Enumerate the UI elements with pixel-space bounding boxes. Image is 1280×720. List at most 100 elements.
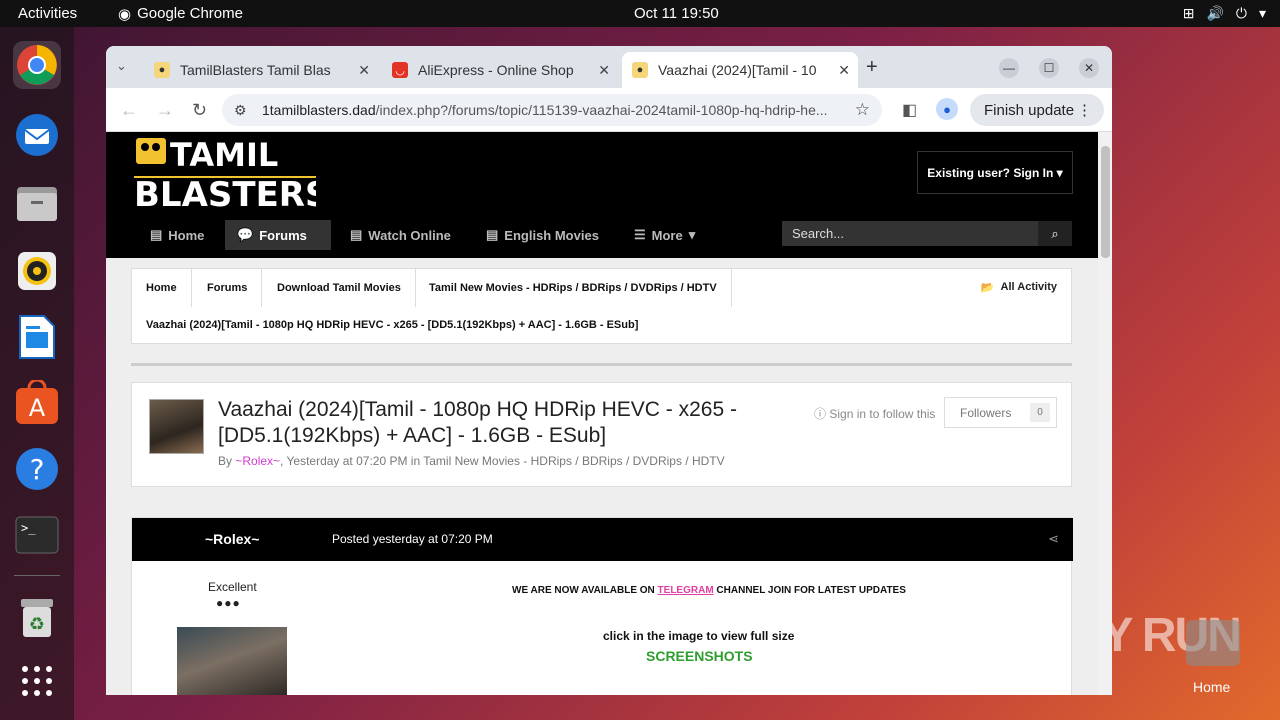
breadcrumb-tamil-new-movies[interactable]: Tamil New Movies - HDRips / BDRips / DVD… — [415, 269, 732, 307]
app-grid-icon[interactable] — [13, 657, 61, 705]
nav-more[interactable]: ☰ More ▾ — [622, 220, 707, 250]
tab-tamilblasters[interactable]: ● TamilBlasters Tamil Blas ✕ — [144, 52, 378, 88]
power-icon: ⏻ — [1235, 5, 1247, 21]
page-scrollbar[interactable] — [1098, 132, 1112, 695]
writer-icon[interactable] — [13, 313, 61, 361]
home-folder-icon[interactable] — [1186, 620, 1240, 666]
post-author[interactable]: ~Rolex~ — [205, 531, 259, 547]
all-activity-link[interactable]: 📂 All Activity — [981, 281, 1057, 294]
followers-count: 0 — [1030, 403, 1050, 422]
terminal-icon[interactable]: >_ — [13, 511, 61, 559]
avatar[interactable] — [149, 399, 204, 454]
tab-search-button[interactable]: ⌄ — [116, 58, 127, 74]
close-icon[interactable]: ✕ — [358, 62, 370, 79]
author-link[interactable]: ~Rolex~ — [235, 454, 280, 468]
forward-arrow-icon[interactable]: → — [156, 100, 174, 121]
tab-favicon: ● — [154, 62, 170, 78]
breadcrumb-current: Vaazhai (2024)[Tamil - 1080p HQ HDRip HE… — [146, 319, 639, 331]
browser-toolbar: ← → ↻ ⚙ 1tamilblasters.dad/index.php?/fo… — [106, 88, 1112, 132]
reload-icon[interactable]: ↻ — [192, 100, 207, 121]
tab-vaazhai[interactable]: ● Vaazhai (2024)[Tamil - 10 ✕ — [622, 52, 858, 88]
site-nav: ▤ Home 💬 Forums ▤ Watch Online ▤ English Mov… — [106, 218, 1098, 258]
svg-text:A: A — [29, 394, 46, 422]
finish-update-button[interactable]: Finish update ⋮ — [970, 94, 1104, 126]
chevron-down-icon: ▾ — [1258, 5, 1266, 21]
nav-watch-online[interactable]: ▤ Watch Online — [338, 220, 463, 250]
folder-open-icon: 📂 — [980, 282, 995, 294]
url-text[interactable]: 1tamilblasters.dad/index.php?/forums/top… — [262, 102, 852, 118]
trash-icon[interactable]: ♻ — [13, 593, 61, 641]
dock: A ? >_ ♻ — [0, 27, 74, 720]
topic-meta: By ~Rolex~, Yesterday at 07:20 PM in Tam… — [218, 454, 725, 468]
nav-label: Home — [168, 227, 205, 243]
dock-separator — [14, 575, 60, 576]
aliexpress-favicon: ◡ — [392, 62, 408, 78]
page-icon: ▤ — [150, 227, 163, 242]
telegram-link[interactable]: TELEGRAM — [658, 585, 714, 596]
site-logo[interactable]: TAMIL BLASTERS — [134, 136, 329, 215]
address-bar[interactable]: ⚙ 1tamilblasters.dad/index.php?/forums/t… — [222, 94, 882, 126]
chrome-icon[interactable] — [13, 41, 61, 89]
close-icon[interactable]: ✕ — [838, 62, 850, 79]
bookmark-star-icon[interactable]: ☆ — [855, 100, 870, 120]
logo-text-tamil: TAMIL — [170, 136, 278, 174]
activities-button[interactable]: Activities — [18, 5, 77, 22]
tab-title: TamilBlasters Tamil Blas — [180, 62, 331, 78]
scrollbar-thumb[interactable] — [1101, 146, 1110, 258]
meta-rest: , Yesterday at 07:20 PM in Tamil New Mov… — [280, 454, 725, 468]
rhythmbox-icon[interactable] — [13, 247, 61, 295]
comments-icon: 💬 — [237, 227, 254, 242]
breadcrumb-forums[interactable]: Forums — [193, 269, 263, 307]
app-menu-label: Google Chrome — [137, 5, 243, 22]
url-host: 1tamilblasters.dad — [262, 102, 376, 118]
breadcrumb: Home Forums Download Tamil Movies Tamil … — [131, 268, 1072, 344]
image-hint: click in the image to view full size — [603, 629, 795, 643]
search-icon[interactable]: ⌕ — [1038, 221, 1072, 246]
home-folder-label[interactable]: Home — [1193, 679, 1230, 695]
thunderbird-icon[interactable] — [13, 111, 61, 159]
author-avatar[interactable] — [177, 627, 287, 695]
nav-label: Watch Online — [368, 227, 451, 243]
author-rank: Excellent — [208, 580, 257, 594]
system-tray[interactable]: ⊞ 🔊 ⏻ ▾ — [1183, 5, 1266, 22]
site-info-icon[interactable]: ⚙ — [234, 102, 247, 119]
profile-avatar-icon[interactable]: ● — [936, 98, 958, 120]
followers-button[interactable]: Followers 0 — [944, 397, 1057, 428]
nav-label: Forums — [259, 227, 307, 243]
sign-in-button[interactable]: Existing user? Sign In ▾ — [917, 151, 1073, 194]
network-icon: ⊞ — [1182, 5, 1195, 21]
search-input[interactable]: Search... — [792, 226, 844, 241]
nav-home[interactable]: ▤ Home — [138, 220, 216, 250]
follow-label: Sign in to follow this — [829, 407, 936, 421]
caret-down-icon: ▾ — [1056, 165, 1063, 180]
new-tab-button[interactable]: + — [866, 56, 878, 79]
minimize-button[interactable]: — — [999, 58, 1019, 78]
side-panel-icon[interactable]: ◧ — [902, 100, 917, 120]
share-icon[interactable]: ⋖ — [1048, 531, 1059, 547]
tab-aliexpress[interactable]: ◡ AliExpress - Online Shop ✕ — [382, 52, 618, 88]
close-icon[interactable]: ✕ — [598, 62, 610, 79]
post: ~Rolex~ Posted yesterday at 07:20 PM ⋖ E… — [131, 517, 1073, 695]
breadcrumb-download-tamil-movies[interactable]: Download Tamil Movies — [263, 269, 416, 307]
svg-text:>_: >_ — [21, 521, 36, 535]
breadcrumb-home[interactable]: Home — [132, 269, 192, 307]
nav-english-movies[interactable]: ▤ English Movies — [474, 220, 611, 250]
follow-link[interactable]: ⓘ Sign in to follow this — [814, 405, 935, 422]
app-center-icon[interactable]: A — [13, 379, 61, 427]
kebab-menu-icon[interactable]: ⋮ — [1077, 101, 1092, 119]
svg-text:?: ? — [30, 453, 45, 486]
help-icon[interactable]: ? — [13, 445, 61, 493]
telegram-notice: WE ARE NOW AVAILABLE ON TELEGRAM CHANNEL… — [512, 585, 906, 596]
clock[interactable]: Oct 11 19:50 — [634, 5, 719, 22]
rank-pips: ●●● — [216, 596, 241, 610]
window-close-button[interactable]: ✕ — [1079, 58, 1099, 78]
app-menu[interactable]: ◉ Google Chrome — [118, 5, 243, 23]
site-search[interactable]: Search... ⌕ — [782, 221, 1072, 246]
browser-window: ⌄ ● TamilBlasters Tamil Blas ✕ ◡ AliExpr… — [106, 46, 1112, 695]
divider — [131, 363, 1072, 366]
nav-forums[interactable]: 💬 Forums — [225, 220, 331, 250]
files-icon[interactable] — [13, 179, 61, 227]
maximize-button[interactable]: ☐ — [1039, 58, 1059, 78]
back-arrow-icon[interactable]: ← — [120, 100, 138, 121]
post-date[interactable]: Posted yesterday at 07:20 PM — [332, 532, 493, 546]
